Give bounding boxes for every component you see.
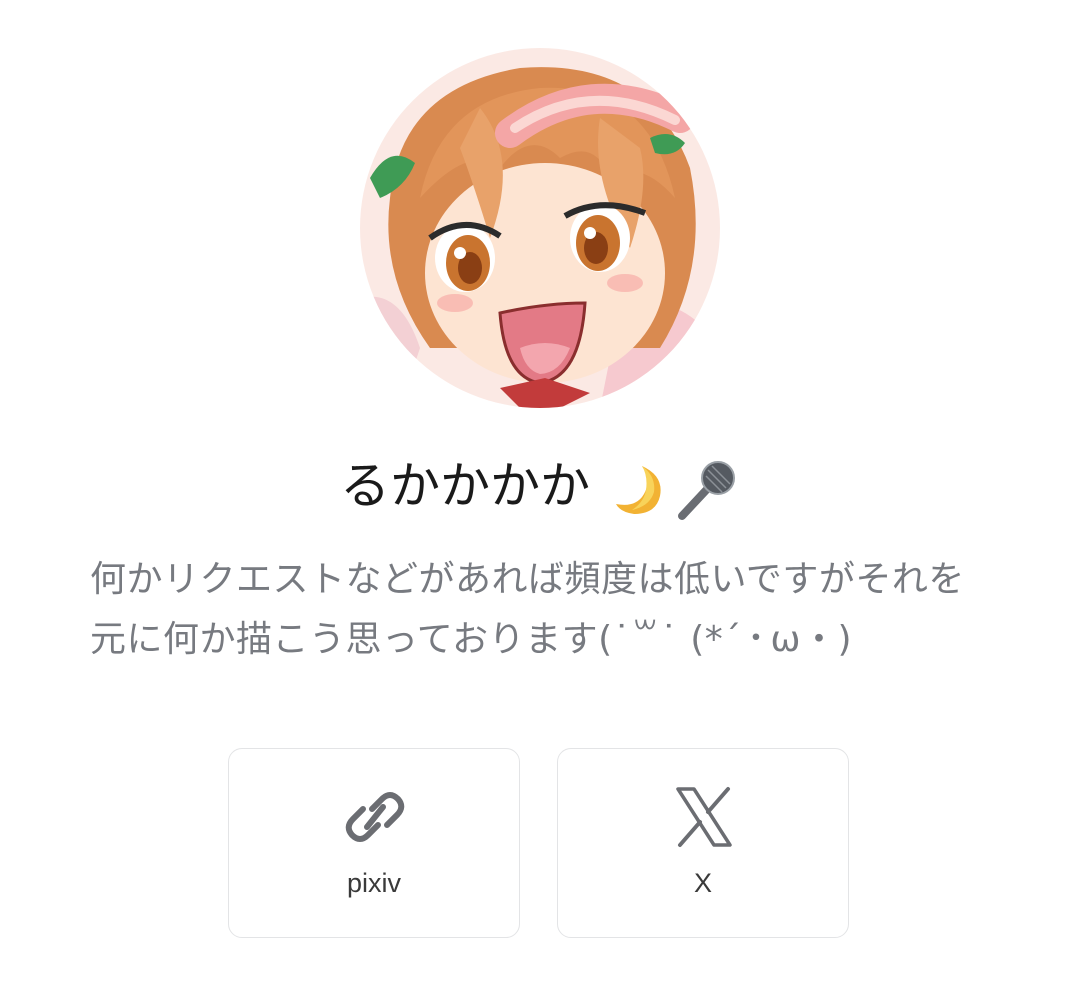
link-card-x[interactable]: X	[557, 748, 849, 938]
link-card-pixiv[interactable]: pixiv	[228, 748, 520, 938]
avatar-illustration	[360, 48, 720, 408]
link-list: pixiv X	[228, 748, 854, 940]
bio-line: 元に何か描こう思っております(˙꒳˙ (*´・ω・)	[90, 619, 853, 660]
profile-name: るかかかか	[0, 450, 1080, 524]
bio-line: 何かリクエストなどがあれば頻度は低いですがそれを	[90, 559, 965, 600]
microphone-icon	[677, 460, 735, 520]
link-icon	[345, 785, 405, 849]
link-label: X	[693, 868, 712, 898]
profile-bio: 何かリクエストなどがあれば頻度は低いですがそれを 元に何か描こう思っております(…	[90, 550, 990, 670]
link-label: pixiv	[346, 868, 401, 898]
crescent-moon-icon	[615, 465, 661, 514]
avatar[interactable]	[360, 48, 720, 408]
x-logo-icon	[674, 785, 734, 849]
name-emoji-group	[612, 456, 740, 524]
profile-name-text: るかかかか	[340, 457, 591, 515]
profile-page: るかかかか 何かリクエストなどがあれば頻度は低いですがそれを 元に何か描こう思っ…	[0, 0, 1080, 998]
